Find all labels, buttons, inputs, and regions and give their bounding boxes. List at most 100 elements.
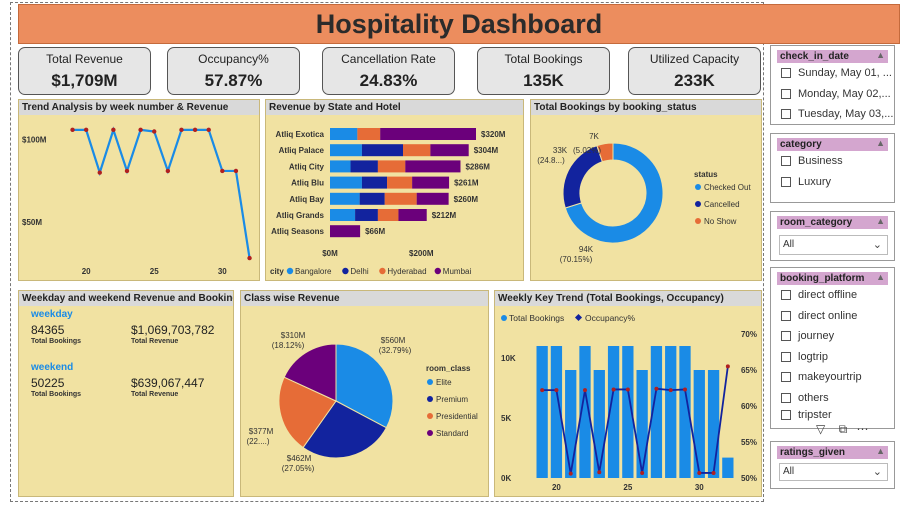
- legend-item: Total Bookings: [509, 313, 564, 323]
- state-revenue-panel[interactable]: Atliq Exotica $320M Atliq Palace $304M Atliq…: [265, 99, 524, 281]
- checkbox[interactable]: [781, 410, 791, 420]
- kpi-card-cancellation-rate[interactable]: Cancellation Rate 24.83%: [322, 47, 455, 95]
- slicer-option[interactable]: Monday, May 02,...: [771, 84, 894, 105]
- checkbox[interactable]: [781, 176, 791, 187]
- slicer-option[interactable]: direct online: [771, 306, 894, 327]
- weekend-label: weekend: [31, 362, 74, 373]
- x-tick-label: 30: [218, 267, 227, 276]
- kpi-label: Total Bookings: [504, 52, 583, 66]
- state-bar-segment: [330, 209, 356, 221]
- y-tick-label: $100M: [22, 136, 47, 145]
- more-options-icon[interactable]: ⋯: [857, 422, 869, 436]
- kpi-card-total-bookings[interactable]: Total Bookings 135K: [477, 47, 610, 95]
- y-tick-label: 5K: [501, 414, 511, 423]
- chevron-up-icon[interactable]: ▲: [876, 137, 885, 150]
- state-bar-segment: [405, 160, 461, 173]
- trend-point: [111, 127, 116, 133]
- weekday-weekend-panel[interactable]: Weekday and weekend Revenue and Booking …: [18, 290, 234, 497]
- x-tick-label: $0M: [322, 249, 338, 258]
- class-revenue-pie-chart: $560M(32.79%) $462M(27.05%) $377M(22....) $…: [246, 331, 478, 473]
- legend-item: Elite: [436, 378, 452, 387]
- slice-label: $377M: [249, 427, 274, 436]
- slicer-check-in-date[interactable]: check_in_date ▲ Sunday, May 01, ... Monda…: [770, 45, 895, 125]
- bookings-bar: [536, 346, 548, 478]
- hotel-label: Atliq Bay: [289, 195, 324, 204]
- dashboard-title-bar: Hospitality Dashboard: [18, 4, 900, 44]
- occupancy-point: [725, 364, 730, 369]
- trend-point: [192, 127, 198, 133]
- checkbox[interactable]: [781, 310, 791, 321]
- slicer-option[interactable]: journey: [771, 326, 894, 347]
- checkbox[interactable]: [781, 68, 791, 79]
- trend-point: [70, 127, 75, 133]
- slicer-option[interactable]: logtrip: [771, 347, 894, 368]
- checkbox[interactable]: [781, 351, 791, 362]
- checkbox[interactable]: [781, 88, 791, 99]
- y-tick-label: 0K: [501, 474, 511, 483]
- slicer-title: category ▲: [777, 138, 888, 151]
- hotel-label: Atliq Grands: [276, 211, 325, 220]
- trend-point: [233, 168, 239, 174]
- slice-label: (70.15%): [560, 255, 593, 264]
- legend-marker: [434, 267, 441, 275]
- room-category-dropdown[interactable]: All ⌄: [779, 235, 888, 255]
- slicer-option[interactable]: Business: [771, 151, 894, 172]
- slicer-option[interactable]: Sunday, May 01, ...: [771, 63, 894, 84]
- slicer-option[interactable]: tripster: [771, 408, 894, 422]
- slicer-option[interactable]: makeyourtrip: [771, 367, 894, 388]
- slice-label: 7K: [589, 132, 599, 141]
- slicer-title: booking_platform ▲: [777, 272, 888, 285]
- slicer-booking-platform[interactable]: booking_platform ▲ direct offline direct …: [770, 267, 895, 429]
- chevron-down-icon: ⌄: [872, 239, 882, 251]
- slicer-option[interactable]: direct offline: [771, 285, 894, 306]
- bar-total-label: $66M: [365, 227, 385, 236]
- chevron-up-icon[interactable]: ▲: [876, 215, 885, 228]
- occupancy-point: [683, 387, 687, 392]
- kpi-value: 135K: [523, 71, 564, 90]
- chevron-up-icon[interactable]: ▲: [876, 445, 885, 458]
- chevron-up-icon[interactable]: ▲: [876, 271, 885, 284]
- panel-title: Weekday and weekend Revenue and Booking: [19, 291, 233, 306]
- legend-marker: [427, 396, 433, 402]
- checkbox[interactable]: [781, 372, 791, 383]
- bar-total-label: $260M: [454, 195, 479, 204]
- booking-status-panel[interactable]: 94K (70.15%) 33K (24.8...) 7K (5.02%) status Ch…: [530, 99, 762, 281]
- revenue-trend-line: [72, 126, 251, 259]
- filter-icon[interactable]: ▽: [816, 422, 825, 436]
- slice-label: $462M: [287, 454, 312, 463]
- slicer-option[interactable]: Luxury: [771, 172, 894, 193]
- checkbox[interactable]: [781, 156, 791, 167]
- x-tick-label: $200M: [409, 249, 434, 258]
- kpi-value: 57.87%: [204, 71, 263, 90]
- checkbox[interactable]: [781, 331, 791, 342]
- slicer-option[interactable]: others: [771, 388, 894, 409]
- occupancy-point: [697, 470, 702, 475]
- weekly-trend-panel[interactable]: 10K 5K 0K 70% 65% 60% 55% 50% 20 25 30 Total Bookin…: [494, 290, 762, 497]
- slicer-ratings-given[interactable]: ratings_given ▲ All ⌄: [770, 441, 895, 489]
- kpi-card-total-revenue[interactable]: Total Revenue $1,709M: [18, 47, 151, 95]
- class-revenue-panel[interactable]: $560M (32.79%) $462M (27.05%) $377M (22....) $…: [240, 290, 489, 497]
- slicer-room-category[interactable]: room_category ▲ All ⌄: [770, 211, 895, 261]
- booking-status-donut-chart: 94K(70.15%) 33K(24.8...) 7K (5.02%) status Ch…: [537, 132, 751, 264]
- slice-label: (24.8...): [537, 156, 565, 165]
- x-tick-label: 20: [82, 267, 91, 276]
- slicer-category[interactable]: category ▲ Business Luxury: [770, 133, 895, 203]
- kpi-card-occupancy[interactable]: Occupancy% 57.87%: [167, 47, 300, 95]
- legend-title: status: [694, 170, 718, 179]
- weekly-combo-chart: 10K 5K 0K 70% 65% 60% 55% 50% 20 25 30 Total Bookin…: [501, 313, 757, 492]
- slice-label: (18.12%): [272, 341, 305, 350]
- bar-total-label: $286M: [465, 162, 490, 171]
- focus-mode-icon[interactable]: ⧉: [839, 422, 848, 436]
- checkbox[interactable]: [781, 290, 791, 301]
- ratings-dropdown[interactable]: All ⌄: [779, 463, 888, 481]
- bookings-bar: [593, 370, 605, 478]
- trend-point: [97, 170, 102, 175]
- kpi-card-utilized-capacity[interactable]: Utilized Capacity 233K: [628, 47, 761, 95]
- trend-chart-panel[interactable]: $100M $50M 20 25 30 Trend Analysis by week n…: [18, 99, 260, 281]
- panel-title: Total Bookings by booking_status: [531, 100, 761, 115]
- checkbox[interactable]: [781, 109, 791, 120]
- legend-item: Presidential: [436, 412, 478, 421]
- checkbox[interactable]: [781, 392, 791, 403]
- chevron-up-icon[interactable]: ▲: [876, 49, 885, 62]
- slicer-option[interactable]: Tuesday, May 03,...: [771, 104, 894, 125]
